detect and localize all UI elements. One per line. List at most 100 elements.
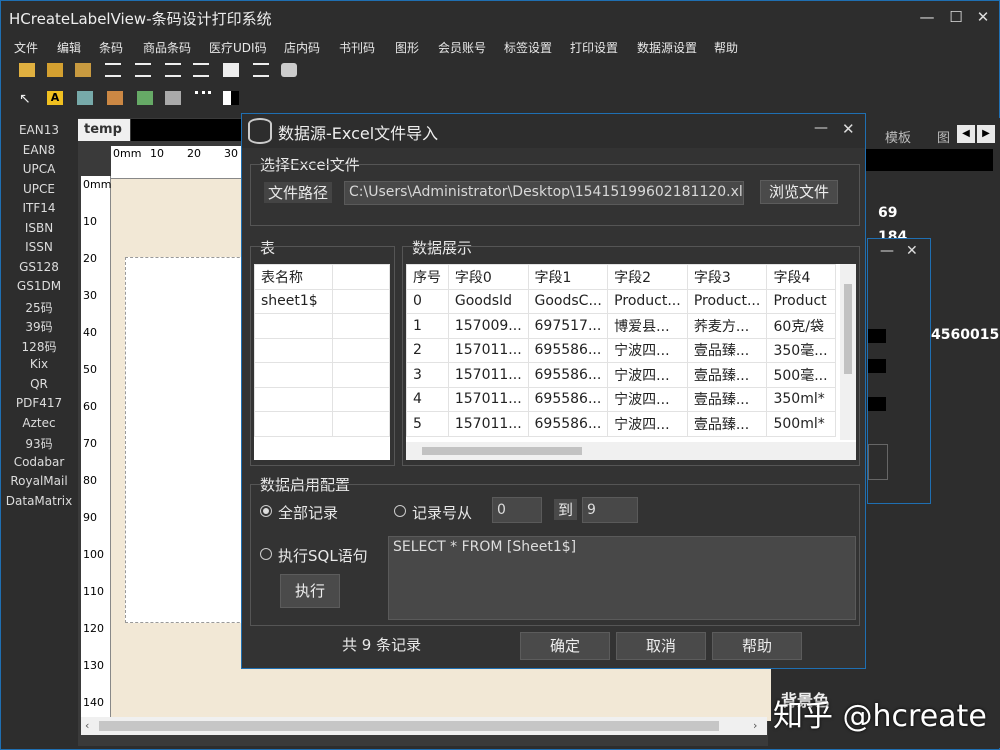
- data-vscroll[interactable]: [840, 264, 856, 440]
- horizontal-scrollbar[interactable]: ‹ ›: [81, 717, 767, 735]
- palette-item[interactable]: UPCA: [1, 162, 77, 176]
- data-cell[interactable]: 695586...: [527, 386, 609, 412]
- print-icon[interactable]: [281, 63, 297, 77]
- open-icon[interactable]: [47, 63, 63, 77]
- line-icon[interactable]: [137, 91, 153, 105]
- align-right-icon[interactable]: [135, 63, 151, 77]
- data-cell[interactable]: Product: [766, 288, 836, 314]
- minimize-button[interactable]: —: [915, 7, 939, 27]
- text-icon[interactable]: A: [47, 91, 63, 105]
- palette-item[interactable]: Aztec: [1, 416, 77, 430]
- dialog-minimize-icon[interactable]: —: [814, 120, 828, 136]
- palette-item[interactable]: ISSN: [1, 240, 77, 254]
- menu-item[interactable]: 帮助: [714, 39, 738, 56]
- data-cell[interactable]: 0: [406, 288, 449, 314]
- column-header[interactable]: 字段4: [766, 264, 836, 290]
- range-radio[interactable]: [394, 505, 406, 517]
- data-row[interactable]: 4 157011... 695586... 宁波四... 壹品臻... 350ml*: [406, 386, 836, 412]
- menu-item[interactable]: 数据源设置: [637, 39, 697, 56]
- palette-item[interactable]: ISBN: [1, 221, 77, 235]
- data-row[interactable]: 0 GoodsId GoodsC... Product... Product... Pro…: [406, 288, 836, 314]
- palette-item[interactable]: ITF14: [1, 201, 77, 215]
- table-row[interactable]: sheet1$: [254, 288, 390, 314]
- sub-close-icon[interactable]: ✕: [906, 243, 918, 259]
- data-hscroll[interactable]: [406, 442, 856, 460]
- image-icon[interactable]: [107, 91, 123, 105]
- palette-item[interactable]: UPCE: [1, 182, 77, 196]
- tab-image[interactable]: 图: [937, 127, 950, 146]
- scroll-left-icon[interactable]: ‹: [85, 719, 89, 732]
- scroll-thumb[interactable]: [99, 721, 719, 731]
- palette-item[interactable]: GS128: [1, 260, 77, 274]
- data-cell[interactable]: 500毫...: [766, 362, 836, 388]
- palette-item[interactable]: Codabar: [1, 455, 77, 469]
- menu-item[interactable]: 文件: [14, 39, 38, 56]
- data-cell[interactable]: GoodsC...: [527, 288, 609, 314]
- menu-item[interactable]: 商品条码: [143, 39, 191, 56]
- menu-item[interactable]: 图形: [395, 39, 419, 56]
- table-list[interactable]: 表名称 sheet1$: [254, 264, 390, 460]
- align-bottom-icon[interactable]: [193, 63, 209, 77]
- data-cell[interactable]: 壹品臻...: [686, 386, 768, 412]
- column-header[interactable]: 字段1: [527, 264, 609, 290]
- dialog-close-icon[interactable]: ✕: [842, 120, 855, 138]
- checker-icon[interactable]: [223, 91, 239, 105]
- data-cell[interactable]: 壹品臻...: [686, 362, 768, 388]
- menu-item[interactable]: 医疗UDI码: [209, 39, 267, 56]
- menu-item[interactable]: 书刊码: [339, 39, 375, 56]
- data-cell[interactable]: Product...: [686, 288, 768, 314]
- menu-item[interactable]: 条码: [99, 39, 123, 56]
- data-cell[interactable]: 宁波四...: [607, 411, 688, 437]
- ok-button[interactable]: 确定: [520, 632, 610, 660]
- data-cell[interactable]: 壹品臻...: [686, 411, 768, 437]
- help-button[interactable]: 帮助: [712, 632, 802, 660]
- align-top-icon[interactable]: [165, 63, 181, 77]
- column-header[interactable]: 序号: [406, 264, 449, 290]
- data-row[interactable]: 3 157011... 695586... 宁波四... 壹品臻... 500毫...: [406, 362, 836, 388]
- all-records-radio[interactable]: [260, 505, 272, 517]
- range-to-input[interactable]: 9: [582, 497, 638, 523]
- data-cell[interactable]: 博爱县...: [607, 313, 688, 339]
- execute-button[interactable]: 执行: [280, 574, 340, 608]
- tab-template[interactable]: 模板: [885, 127, 911, 146]
- data-cell[interactable]: 2: [406, 337, 449, 363]
- save-icon[interactable]: [75, 63, 91, 77]
- data-row[interactable]: 5 157011... 695586... 宁波四... 壹品臻... 500ml*: [406, 411, 836, 437]
- new-icon[interactable]: [19, 63, 35, 77]
- data-cell[interactable]: 157011...: [447, 337, 529, 363]
- range-from-input[interactable]: 0: [492, 497, 542, 523]
- dots-icon[interactable]: [195, 91, 211, 105]
- cancel-button[interactable]: 取消: [616, 632, 706, 660]
- sql-radio[interactable]: [260, 548, 272, 560]
- doc-tab[interactable]: temp: [78, 119, 130, 141]
- rect-icon[interactable]: [165, 91, 181, 105]
- data-cell[interactable]: 3: [406, 362, 449, 388]
- palette-item[interactable]: EAN8: [1, 143, 77, 157]
- data-cell[interactable]: 宁波四...: [607, 386, 688, 412]
- hscroll-thumb[interactable]: [422, 447, 582, 455]
- pointer-icon[interactable]: ↖: [19, 91, 35, 107]
- data-cell[interactable]: 荞麦方...: [686, 313, 768, 339]
- label-canvas[interactable]: [125, 257, 255, 623]
- tab-prev-icon[interactable]: ◀: [957, 125, 975, 143]
- column-header[interactable]: 字段0: [447, 264, 529, 290]
- palette-item[interactable]: QR: [1, 377, 77, 391]
- align-left-icon[interactable]: [105, 63, 121, 77]
- all-records-label[interactable]: 全部记录: [278, 502, 338, 523]
- data-cell[interactable]: 157009...: [447, 313, 529, 339]
- data-cell[interactable]: 宁波四...: [607, 362, 688, 388]
- close-button[interactable]: ✕: [971, 7, 995, 27]
- data-cell[interactable]: 157011...: [447, 411, 529, 437]
- data-cell[interactable]: 695586...: [527, 362, 609, 388]
- scroll-right-icon[interactable]: ›: [753, 719, 757, 732]
- data-cell[interactable]: 695586...: [527, 337, 609, 363]
- data-cell[interactable]: Product...: [607, 288, 688, 314]
- menu-item[interactable]: 店内码: [284, 39, 320, 56]
- maximize-button[interactable]: ☐: [944, 7, 968, 27]
- column-header[interactable]: 字段3: [686, 264, 768, 290]
- barcode-icon[interactable]: [77, 91, 93, 105]
- palette-item[interactable]: DataMatrix: [1, 494, 77, 508]
- palette-item[interactable]: 93码: [1, 435, 77, 452]
- center-icon[interactable]: [253, 63, 269, 77]
- data-cell[interactable]: 350毫...: [766, 337, 836, 363]
